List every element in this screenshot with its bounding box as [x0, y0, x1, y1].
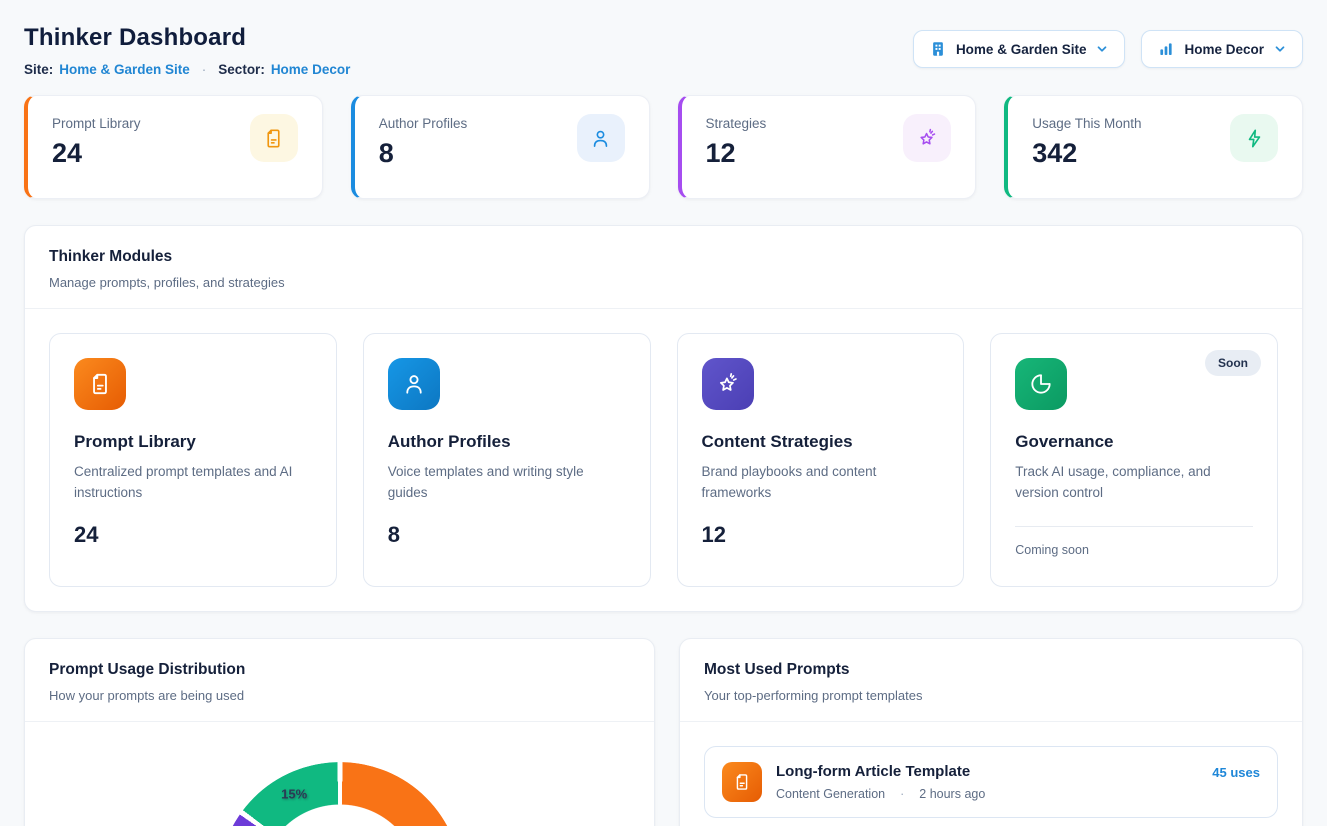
stat-card-usage: Usage This Month 342 [1004, 95, 1303, 199]
module-card-content-strategies[interactable]: Content Strategies Brand playbooks and c… [677, 333, 965, 587]
soon-badge: Soon [1205, 350, 1261, 376]
sector-link[interactable]: Home Decor [271, 62, 351, 77]
prompts-card-subtitle: Your top-performing prompt templates [704, 688, 1278, 703]
donut-chart-area: 15% [25, 722, 654, 826]
module-title: Governance [1015, 432, 1253, 452]
bar-chart-icon [1157, 40, 1175, 58]
breadcrumb: Site: Home & Garden Site · Sector: Home … [24, 62, 350, 77]
modules-header: Thinker Modules Manage prompts, profiles… [25, 226, 1302, 308]
sector-label: Sector: [218, 62, 265, 77]
prompt-item-body: Long-form Article Template Content Gener… [776, 763, 1198, 801]
module-title: Author Profiles [388, 432, 626, 452]
prompt-item-category: Content Generation [776, 787, 885, 801]
stat-card-author-profiles: Author Profiles 8 [351, 95, 650, 199]
coming-soon-note: Coming soon [1015, 543, 1253, 557]
donut-slice-label: 15% [281, 787, 307, 802]
prompt-item-uses: 45 uses [1212, 765, 1260, 780]
document-icon [250, 114, 298, 162]
user-icon [577, 114, 625, 162]
prompt-item-meta: Content Generation · 2 hours ago [776, 787, 1198, 801]
building-icon [929, 40, 947, 58]
module-description: Voice templates and writing style guides [388, 462, 626, 504]
lightning-icon [1230, 114, 1278, 162]
usage-card-title: Prompt Usage Distribution [49, 661, 630, 679]
pie-chart-icon [1015, 358, 1067, 410]
module-description: Track AI usage, compliance, and version … [1015, 462, 1253, 504]
separator-dot: · [202, 62, 207, 77]
usage-card-subtitle: How your prompts are being used [49, 688, 630, 703]
usage-distribution-card: Prompt Usage Distribution How your promp… [24, 638, 655, 826]
prompt-item-time: 2 hours ago [919, 787, 985, 801]
module-count: 12 [702, 522, 940, 548]
site-label: Site: [24, 62, 53, 77]
document-icon [74, 358, 126, 410]
header-left: Thinker Dashboard Site: Home & Garden Si… [24, 24, 350, 77]
modules-subtitle: Manage prompts, profiles, and strategies [49, 275, 1278, 290]
module-card-governance[interactable]: Soon Governance Track AI usage, complian… [990, 333, 1278, 587]
site-selector-label: Home & Garden Site [956, 42, 1087, 57]
site-selector-button[interactable]: Home & Garden Site [913, 30, 1126, 68]
site-link[interactable]: Home & Garden Site [59, 62, 190, 77]
module-card-author-profiles[interactable]: Author Profiles Voice templates and writ… [363, 333, 651, 587]
chevron-down-icon [1273, 42, 1287, 56]
header-selectors: Home & Garden Site Home Decor [913, 30, 1303, 68]
prompt-item-title: Long-form Article Template [776, 763, 1198, 780]
sparkle-star-icon [702, 358, 754, 410]
sector-selector-button[interactable]: Home Decor [1141, 30, 1303, 68]
document-icon [722, 762, 762, 802]
module-card-prompt-library[interactable]: Prompt Library Centralized prompt templa… [49, 333, 337, 587]
module-count: 8 [388, 522, 626, 548]
prompts-card-title: Most Used Prompts [704, 661, 1278, 679]
donut-chart [218, 762, 462, 826]
prompts-card-header: Most Used Prompts Your top-performing pr… [680, 639, 1302, 721]
most-used-prompts-card: Most Used Prompts Your top-performing pr… [679, 638, 1303, 826]
usage-card-header: Prompt Usage Distribution How your promp… [25, 639, 654, 721]
stat-card-prompt-library: Prompt Library 24 [24, 95, 323, 199]
module-count: 24 [74, 522, 312, 548]
modules-grid: Prompt Library Centralized prompt templa… [25, 309, 1302, 611]
stat-card-strategies: Strategies 12 [678, 95, 977, 199]
stats-row: Prompt Library 24 Author Profiles 8 Stra… [24, 95, 1303, 199]
chevron-down-icon [1095, 42, 1109, 56]
divider [1015, 526, 1253, 527]
user-icon [388, 358, 440, 410]
page-title: Thinker Dashboard [24, 24, 350, 52]
dashboard-page: Thinker Dashboard Site: Home & Garden Si… [0, 0, 1327, 826]
module-title: Prompt Library [74, 432, 312, 452]
sector-selector-label: Home Decor [1184, 42, 1264, 57]
sparkle-star-icon [903, 114, 951, 162]
page-header: Thinker Dashboard Site: Home & Garden Si… [24, 24, 1303, 77]
module-description: Centralized prompt templates and AI inst… [74, 462, 312, 504]
modules-title: Thinker Modules [49, 248, 1278, 266]
thinker-modules-panel: Thinker Modules Manage prompts, profiles… [24, 225, 1303, 612]
module-description: Brand playbooks and content frameworks [702, 462, 940, 504]
divider [680, 721, 1302, 722]
module-title: Content Strategies [702, 432, 940, 452]
bottom-row: Prompt Usage Distribution How your promp… [24, 638, 1303, 826]
prompt-list-item[interactable]: Long-form Article Template Content Gener… [704, 746, 1278, 818]
donut-chart-wrap: 15% [218, 762, 462, 826]
separator-dot: · [900, 787, 904, 801]
